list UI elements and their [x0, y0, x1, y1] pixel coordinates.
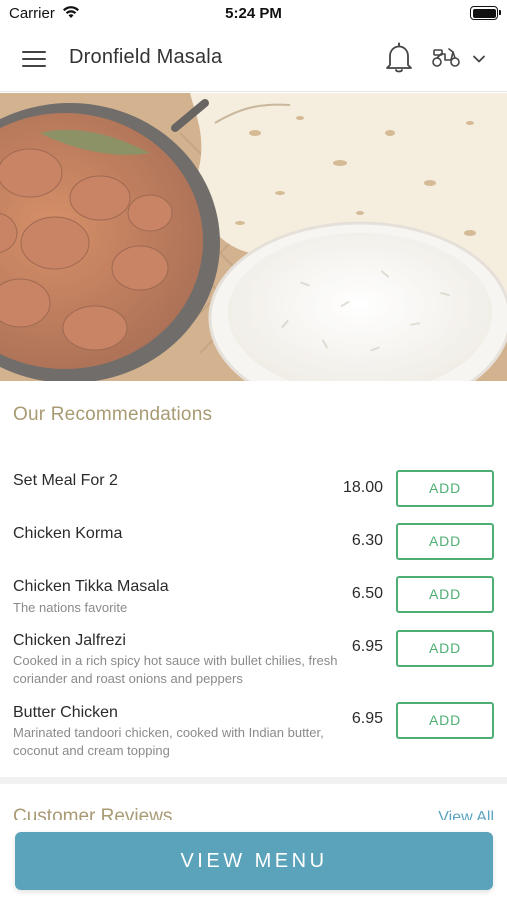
add-button[interactable]: ADD: [396, 523, 494, 560]
chevron-down-icon[interactable]: [472, 51, 486, 69]
item-name: Butter Chicken: [13, 704, 118, 721]
add-button[interactable]: ADD: [396, 702, 494, 739]
app-header: Dronfield Masala: [0, 26, 507, 92]
item-name: Chicken Jalfrezi: [13, 632, 126, 649]
item-price: 6.95: [351, 710, 383, 727]
restaurant-name: Dronfield Masala: [69, 46, 223, 68]
item-description: Marinated tandoori chicken, cooked with …: [13, 725, 324, 758]
add-button[interactable]: ADD: [396, 630, 494, 667]
delivery-scooter-icon[interactable]: [431, 46, 461, 73]
hero-image: [0, 93, 507, 381]
status-bar: Carrier 5:24 PM: [0, 0, 507, 26]
add-button[interactable]: ADD: [396, 576, 494, 613]
section-divider: [0, 777, 507, 784]
clock-time: 5:24 PM: [225, 5, 282, 22]
item-description: The nations favorite: [13, 600, 128, 615]
item-name: Set Meal For 2: [13, 472, 118, 489]
item-name: Chicken Tikka Masala: [13, 578, 169, 595]
menu-icon[interactable]: [22, 48, 48, 70]
view-menu-button[interactable]: VIEW MENU: [15, 832, 493, 890]
item-price: 6.30: [351, 532, 383, 549]
item-description: Cooked in a rich spicy hot sauce with bu…: [13, 653, 338, 686]
recommendations-title: Our Recommendations: [13, 404, 213, 425]
item-price: 18.00: [342, 479, 383, 496]
item-name: Chicken Korma: [13, 525, 123, 542]
battery-icon: [470, 6, 501, 20]
item-price: 6.50: [351, 585, 383, 602]
add-button[interactable]: ADD: [396, 470, 494, 507]
bell-icon[interactable]: [385, 42, 413, 79]
item-price: 6.95: [351, 638, 383, 655]
